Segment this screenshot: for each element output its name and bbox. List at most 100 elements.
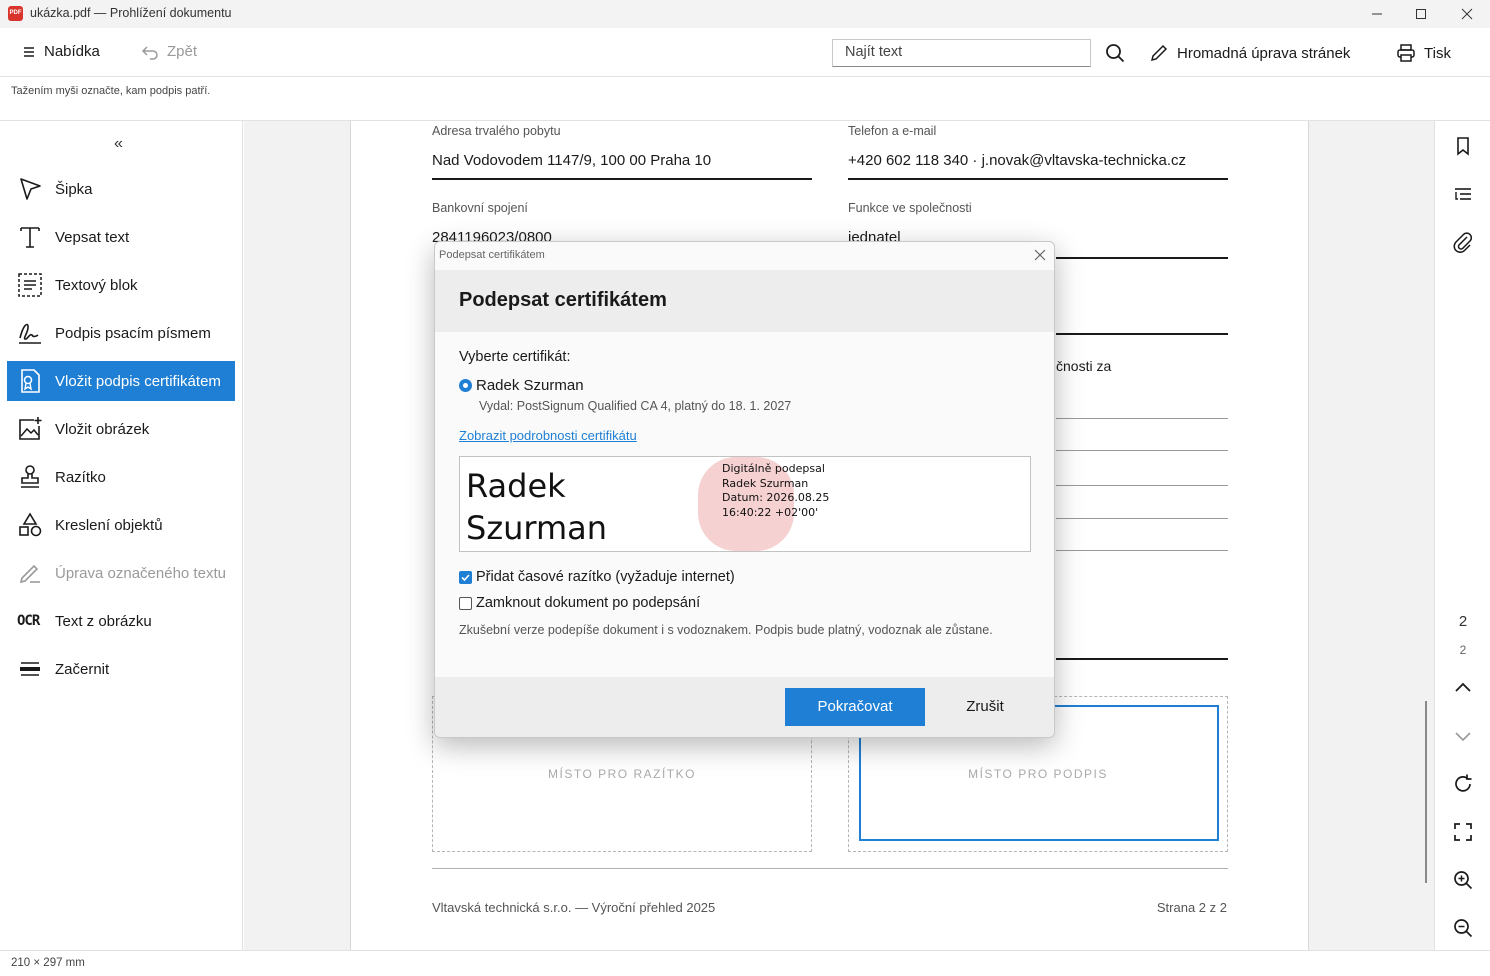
certificate-issuer: Vydal: PostSignum Qualified CA 4, platný…: [479, 399, 792, 413]
field-value: Nad Vodovodem 1147/9, 100 00 Praha 10: [432, 152, 712, 169]
tool-handwritten-signature[interactable]: Podpis psacím písmem: [7, 313, 235, 353]
tool-ocr[interactable]: OCR Text z obrázku: [7, 601, 235, 641]
field-label: Bankovní spojení: [432, 201, 528, 215]
printer-icon: [1397, 44, 1415, 62]
tool-certificate-signature[interactable]: Vložit podpis certifikátem: [7, 361, 235, 401]
undo-arrow-icon: [141, 45, 158, 60]
cancel-button[interactable]: Zrušit: [935, 688, 1035, 726]
page-size-readout: 210 × 297 mm: [11, 957, 85, 969]
bulk-edit-pages-button[interactable]: Hromadná úprava stránek: [1149, 43, 1350, 63]
tool-label: Text z obrázku: [55, 612, 152, 630]
timestamp-option-label[interactable]: Přidat časové razítko (vyžaduje internet…: [476, 569, 735, 585]
current-page-number[interactable]: 2: [1435, 613, 1490, 630]
outline-icon[interactable]: [1452, 183, 1474, 205]
signature-preview: Radek Szurman Digitálně podepsal Radek S…: [459, 456, 1031, 552]
certificate-radio[interactable]: [459, 379, 472, 392]
tool-draw-shapes[interactable]: Kreslení objektů: [7, 505, 235, 545]
tool-label: Úprava označeného textu: [55, 564, 226, 582]
tool-type-text[interactable]: Vepsat text: [7, 217, 235, 257]
tool-text-block[interactable]: Textový blok: [7, 265, 235, 305]
zoom-in-icon[interactable]: [1452, 869, 1474, 891]
partial-paragraph-text: čnosti za: [1056, 358, 1112, 374]
dialog-footer: Pokračovat Zrušit: [435, 677, 1054, 737]
footer-rule: [432, 868, 1228, 869]
maximize-icon[interactable]: [1411, 4, 1431, 24]
chevron-up-icon[interactable]: [1452, 677, 1474, 699]
minimize-icon[interactable]: [1367, 4, 1387, 24]
certificate-name[interactable]: Radek Szurman: [476, 377, 584, 394]
field-underline: [1056, 333, 1228, 335]
dialog-close-icon[interactable]: [1032, 247, 1048, 263]
preview-name-line: Radek: [466, 467, 566, 505]
tool-label: Podpis psacím písmem: [55, 324, 211, 342]
preview-name-line: Szurman: [466, 509, 608, 547]
right-toolbar: 2 2: [1434, 121, 1490, 950]
total-pages: 2: [1459, 643, 1467, 657]
arrow-pointer-icon: [20, 178, 41, 200]
dialog-heading: Podepsat certifikátem: [459, 289, 667, 311]
checkmark-icon: [461, 574, 470, 582]
stamp-icon: [21, 465, 39, 488]
edit-selected-text-icon: [19, 564, 40, 584]
form-line: [1056, 518, 1228, 519]
pencil-icon: [1150, 44, 1168, 62]
text-block-icon: [18, 273, 42, 297]
tool-label: Šipka: [55, 180, 93, 198]
close-window-icon[interactable]: [1457, 4, 1477, 24]
preview-signer-name: Radek Szurman: [466, 465, 607, 549]
tool-edit-selected-text[interactable]: Úprava označeného textu: [7, 553, 235, 593]
menu-button[interactable]: Nabídka: [22, 43, 100, 60]
footer-page-number: Strana 2 z 2: [1156, 900, 1227, 915]
field-label: Adresa trvalého pobytu: [432, 124, 561, 138]
field-underline: [1056, 658, 1228, 660]
search-input[interactable]: Najít text: [832, 39, 1091, 67]
fullscreen-icon[interactable]: [1452, 821, 1474, 843]
chevron-down-icon[interactable]: [1452, 725, 1474, 747]
dialog-window-title: Podepsat certifikátem: [439, 249, 545, 261]
search-icon[interactable]: [1105, 43, 1125, 63]
tool-insert-image[interactable]: Vložit obrázek: [7, 409, 235, 449]
bookmark-icon[interactable]: [1452, 135, 1474, 157]
title-bar: PDF ukázka.pdf — Prohlížení dokumentu: [0, 0, 1490, 28]
form-line: [1056, 550, 1228, 551]
tool-label: Razítko: [55, 468, 106, 486]
preview-stamp-line: Radek Szurman: [722, 476, 809, 490]
rotate-icon[interactable]: [1452, 773, 1474, 795]
vertical-scrollbar[interactable]: [1418, 121, 1434, 950]
pdf-app-icon: PDF: [8, 6, 23, 21]
bulk-edit-label: Hromadná úprava stránek: [1177, 44, 1351, 62]
timestamp-checkbox[interactable]: [459, 571, 472, 584]
preview-stamp-line: 16:40:22 +02'00': [722, 505, 819, 519]
dialog-header: Podepsat certifikátem: [435, 270, 1054, 332]
lock-option-label[interactable]: Zamknout dokument po podepsání: [476, 595, 700, 611]
collapse-sidebar-icon[interactable]: «: [114, 135, 123, 153]
print-label: Tisk: [1424, 44, 1451, 62]
text-cursor-icon: [20, 227, 40, 248]
lock-document-checkbox[interactable]: [459, 597, 472, 610]
sign-certificate-dialog: Podepsat certifikátem Podepsat certifiká…: [434, 241, 1055, 738]
certificate-details-link[interactable]: Zobrazit podrobnosti certifikátu: [459, 428, 637, 443]
print-button[interactable]: Tisk: [1396, 43, 1451, 63]
form-line: [1056, 450, 1228, 451]
tool-redact[interactable]: Začernit: [7, 649, 235, 689]
choose-certificate-label: Vyberte certifikát:: [459, 349, 571, 365]
back-button[interactable]: Zpět: [141, 43, 197, 60]
tool-label: Textový blok: [55, 276, 138, 294]
paperclip-icon[interactable]: [1452, 231, 1474, 253]
form-line: [1056, 418, 1228, 419]
zoom-out-icon[interactable]: [1452, 917, 1474, 939]
field-underline: [432, 178, 812, 180]
scrollbar-thumb[interactable]: [1425, 701, 1427, 883]
continue-button[interactable]: Pokračovat: [785, 688, 925, 726]
handwritten-signature-icon: [19, 323, 41, 344]
tool-stamp[interactable]: Razítko: [7, 457, 235, 497]
tool-label: Vložit obrázek: [55, 420, 150, 438]
tool-arrow[interactable]: Šipka: [7, 169, 235, 209]
insert-image-icon: [19, 417, 42, 440]
trial-note: Zkušební verze podepíše dokument i s vod…: [459, 623, 993, 637]
tool-label: Začernit: [55, 660, 110, 678]
redact-icon: [20, 662, 40, 676]
ocr-icon: OCR: [17, 613, 40, 629]
tool-label: Vložit podpis certifikátem: [55, 372, 221, 390]
window-title: ukázka.pdf — Prohlížení dokumentu: [30, 6, 232, 20]
